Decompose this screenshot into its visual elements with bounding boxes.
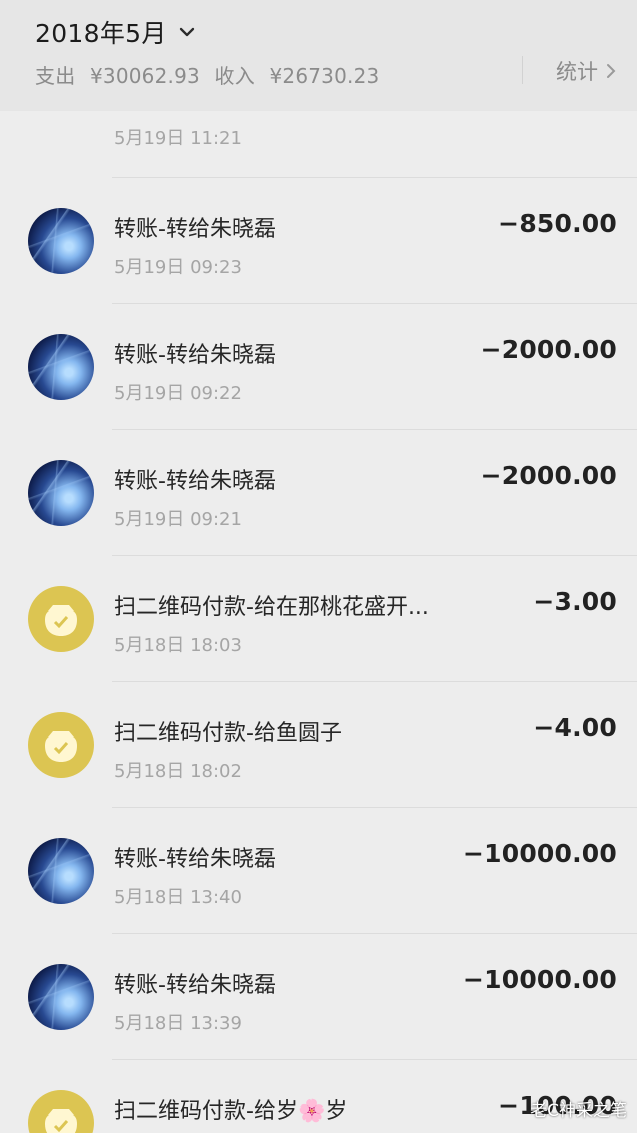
transaction-amount: −10000.00 bbox=[462, 839, 617, 868]
stats-label: 统计 bbox=[556, 60, 598, 84]
chevron-right-icon bbox=[607, 64, 616, 78]
transaction-time: 5月18日 13:40 bbox=[114, 887, 242, 908]
transaction-time: 5月19日 09:23 bbox=[114, 257, 242, 278]
transaction-title: 转账-转给朱晓磊 bbox=[114, 469, 276, 494]
monthly-summary: 支出 ¥30062.93 收入 ¥26730.23 bbox=[35, 60, 387, 89]
watermark-text: 老C神采之笔 bbox=[530, 1101, 627, 1121]
transaction-list[interactable]: 5月19日 11:21 转账-转给朱晓磊 5月19日 09:23 −850.00… bbox=[0, 110, 637, 1133]
transaction-time: 5月19日 09:22 bbox=[114, 383, 242, 404]
gold-money-bag-icon bbox=[28, 712, 94, 778]
chevron-down-icon bbox=[179, 27, 194, 37]
gold-money-bag-icon bbox=[28, 1090, 94, 1133]
income-value: ¥26730.23 bbox=[269, 64, 380, 88]
transaction-row[interactable]: 扫二维码付款-给鱼圆子 5月18日 18:02 −4.00 bbox=[0, 682, 637, 808]
transaction-title: 转账-转给朱晓磊 bbox=[114, 847, 276, 872]
transaction-row[interactable]: 转账-转给朱晓磊 5月18日 13:39 −10000.00 bbox=[0, 934, 637, 1060]
transaction-row[interactable]: 转账-转给朱晓磊 5月19日 09:22 −2000.00 bbox=[0, 304, 637, 430]
transaction-row[interactable]: 5月19日 11:21 bbox=[0, 110, 637, 178]
stats-button[interactable]: 统计 bbox=[556, 56, 616, 86]
transaction-row[interactable]: 转账-转给朱晓磊 5月18日 13:40 −10000.00 bbox=[0, 808, 637, 934]
transaction-title: 转账-转给朱晓磊 bbox=[114, 217, 276, 242]
transaction-amount: −4.00 bbox=[533, 713, 617, 742]
transaction-row[interactable]: 转账-转给朱晓磊 5月19日 09:23 −850.00 bbox=[0, 178, 637, 304]
gold-money-bag-icon bbox=[28, 586, 94, 652]
space-avatar-icon bbox=[28, 334, 94, 400]
transaction-amount: −2000.00 bbox=[480, 335, 617, 364]
summary-divider bbox=[522, 56, 523, 84]
transaction-time: 5月18日 13:39 bbox=[114, 1013, 242, 1034]
transaction-amount: −3.00 bbox=[533, 587, 617, 616]
transaction-time: 5月19日 11:21 bbox=[114, 128, 242, 149]
transaction-amount: −2000.00 bbox=[480, 461, 617, 490]
transaction-time: 5月18日 18:02 bbox=[114, 761, 242, 782]
transaction-title: 扫二维码付款-给鱼圆子 bbox=[114, 721, 342, 746]
transaction-time: 5月19日 09:21 bbox=[114, 509, 242, 530]
transaction-time: 5月18日 18:03 bbox=[114, 635, 242, 656]
income-label: 收入 bbox=[214, 64, 255, 88]
month-selector[interactable]: 2018年5月 bbox=[35, 14, 197, 50]
transaction-amount: −10000.00 bbox=[462, 965, 617, 994]
transaction-title: 扫二维码付款-给岁🌸岁 bbox=[114, 1099, 348, 1124]
space-avatar-icon bbox=[28, 964, 94, 1030]
space-avatar-icon bbox=[28, 460, 94, 526]
transaction-row[interactable]: 扫二维码付款-给在那桃花盛开... 5月18日 18:03 −3.00 bbox=[0, 556, 637, 682]
transaction-title: 扫二维码付款-给在那桃花盛开... bbox=[114, 595, 429, 620]
transaction-amount: −850.00 bbox=[498, 209, 617, 238]
expense-label: 支出 bbox=[35, 64, 76, 88]
month-title: 2018年5月 bbox=[35, 19, 167, 48]
transaction-row[interactable]: 转账-转给朱晓磊 5月19日 09:21 −2000.00 bbox=[0, 430, 637, 556]
expense-value: ¥30062.93 bbox=[89, 64, 200, 88]
transaction-title: 转账-转给朱晓磊 bbox=[114, 973, 276, 998]
transaction-title: 转账-转给朱晓磊 bbox=[114, 343, 276, 368]
space-avatar-icon bbox=[28, 208, 94, 274]
space-avatar-icon bbox=[28, 838, 94, 904]
bill-header: 2018年5月 支出 ¥30062.93 收入 ¥26730.23 统计 bbox=[0, 0, 637, 110]
